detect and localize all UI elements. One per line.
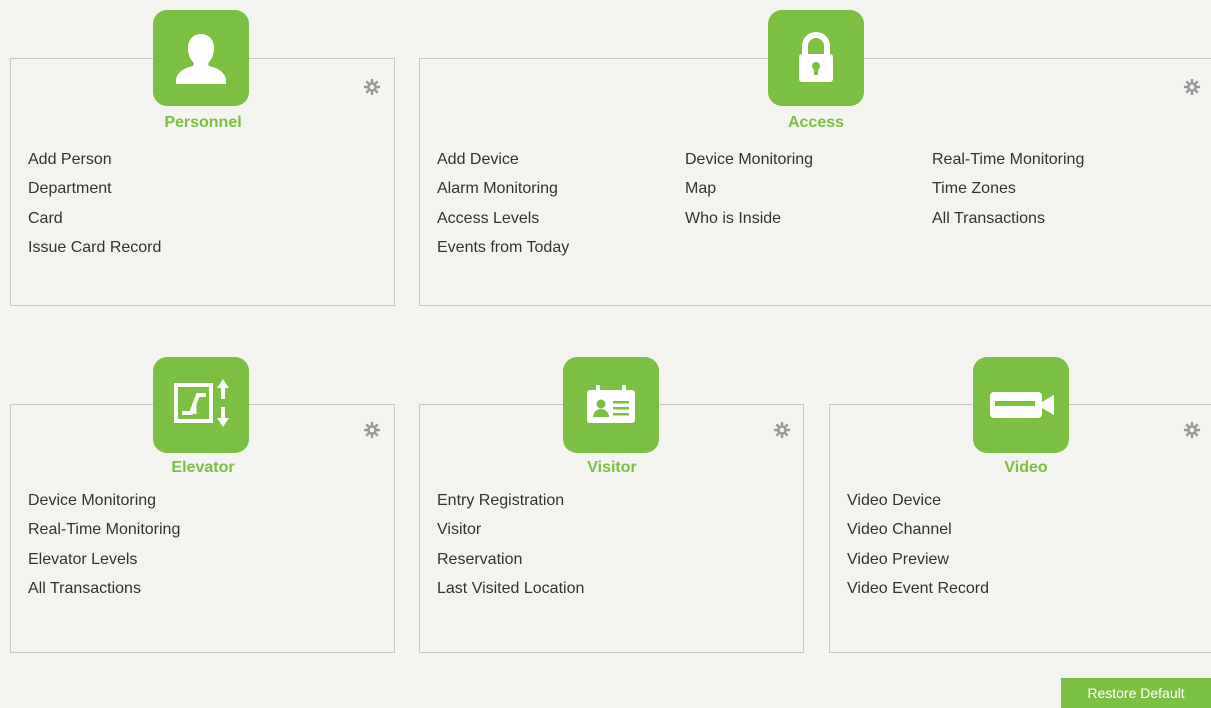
lock-icon[interactable] <box>768 10 864 106</box>
elevator-menu: Device Monitoring Real-Time Monitoring E… <box>28 486 180 603</box>
video-title: Video <box>1004 459 1048 476</box>
menu-item-access-levels[interactable]: Access Levels <box>437 204 569 233</box>
person-icon[interactable] <box>153 10 249 106</box>
access-menu-col-3: Real-Time Monitoring Time Zones All Tran… <box>932 145 1084 233</box>
menu-item-real-time-monitoring[interactable]: Real-Time Monitoring <box>28 515 180 544</box>
menu-item-all-transactions[interactable]: All Transactions <box>28 574 180 603</box>
menu-item-video-device[interactable]: Video Device <box>847 486 989 515</box>
visitor-title: Visitor <box>587 459 637 476</box>
menu-item-last-visited-location[interactable]: Last Visited Location <box>437 574 584 603</box>
menu-item-entry-registration[interactable]: Entry Registration <box>437 486 584 515</box>
personnel-title: Personnel <box>164 114 242 131</box>
video-menu: Video Device Video Channel Video Preview… <box>847 486 989 603</box>
menu-item-events-from-today[interactable]: Events from Today <box>437 233 569 262</box>
menu-item-issue-card-record[interactable]: Issue Card Record <box>28 233 161 262</box>
menu-item-video-event-record[interactable]: Video Event Record <box>847 574 989 603</box>
video-camera-icon[interactable] <box>973 357 1069 453</box>
visitor-menu: Entry Registration Visitor Reservation L… <box>437 486 584 603</box>
elevator-title: Elevator <box>171 459 235 476</box>
menu-item-alarm-monitoring[interactable]: Alarm Monitoring <box>437 174 569 203</box>
menu-item-device-monitoring[interactable]: Device Monitoring <box>28 486 180 515</box>
access-menu-col-2: Device Monitoring Map Who is Inside <box>685 145 813 233</box>
menu-item-department[interactable]: Department <box>28 174 161 203</box>
menu-item-device-monitoring[interactable]: Device Monitoring <box>685 145 813 174</box>
video-settings-gear-icon[interactable] <box>1183 421 1201 439</box>
menu-item-real-time-monitoring[interactable]: Real-Time Monitoring <box>932 145 1084 174</box>
access-title: Access <box>787 114 845 131</box>
menu-item-time-zones[interactable]: Time Zones <box>932 174 1084 203</box>
elevator-icon[interactable] <box>153 357 249 453</box>
menu-item-map[interactable]: Map <box>685 174 813 203</box>
menu-item-visitor[interactable]: Visitor <box>437 515 584 544</box>
menu-item-all-transactions[interactable]: All Transactions <box>932 204 1084 233</box>
menu-item-video-channel[interactable]: Video Channel <box>847 515 989 544</box>
personnel-settings-gear-icon[interactable] <box>363 78 381 96</box>
visitor-badge-icon[interactable] <box>563 357 659 453</box>
menu-item-who-is-inside[interactable]: Who is Inside <box>685 204 813 233</box>
visitor-settings-gear-icon[interactable] <box>773 421 791 439</box>
menu-item-elevator-levels[interactable]: Elevator Levels <box>28 545 180 574</box>
menu-item-video-preview[interactable]: Video Preview <box>847 545 989 574</box>
menu-item-add-device[interactable]: Add Device <box>437 145 569 174</box>
restore-default-button[interactable]: Restore Default <box>1061 678 1211 708</box>
menu-item-reservation[interactable]: Reservation <box>437 545 584 574</box>
access-menu-col-1: Add Device Alarm Monitoring Access Level… <box>437 145 569 262</box>
elevator-settings-gear-icon[interactable] <box>363 421 381 439</box>
personnel-menu: Add Person Department Card Issue Card Re… <box>28 145 161 262</box>
menu-item-card[interactable]: Card <box>28 204 161 233</box>
menu-item-add-person[interactable]: Add Person <box>28 145 161 174</box>
access-settings-gear-icon[interactable] <box>1183 78 1201 96</box>
